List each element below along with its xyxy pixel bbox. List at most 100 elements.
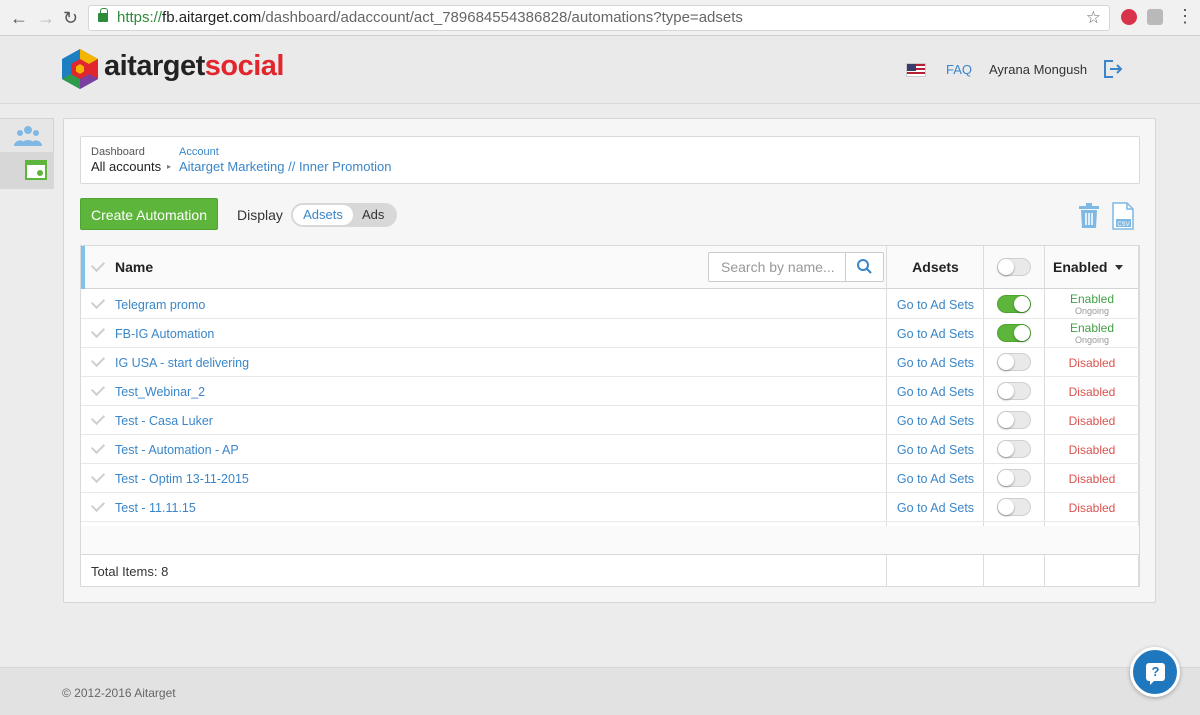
automation-toggle[interactable] xyxy=(997,295,1031,313)
go-to-ad-sets-link[interactable]: Go to Ad Sets xyxy=(887,298,984,312)
toggle-knob xyxy=(998,441,1014,457)
automation-toggle[interactable] xyxy=(997,498,1031,516)
search-box xyxy=(708,252,884,282)
copyright-text: © 2012-2016 Aitarget xyxy=(62,686,176,700)
row-check-icon[interactable] xyxy=(90,497,106,513)
row-check-icon[interactable] xyxy=(90,352,106,368)
row-check-icon[interactable] xyxy=(90,410,106,426)
status-text: Disabled xyxy=(1068,414,1116,428)
automation-name-link[interactable]: Test - Automation - AP xyxy=(115,443,239,457)
display-option-adsets[interactable]: Adsets xyxy=(293,205,353,225)
column-header-enabled[interactable]: Enabled xyxy=(1053,259,1107,275)
display-option-ads[interactable]: Ads xyxy=(362,205,384,225)
reload-icon[interactable]: ↻ xyxy=(63,8,78,28)
table-header: Name Adsets Enabled xyxy=(81,246,1139,289)
lock-icon xyxy=(98,8,108,22)
select-all-check-icon[interactable] xyxy=(90,257,106,273)
main-panel: Dashboard All accounts ▸ Account Aitarge… xyxy=(63,118,1156,603)
users-icon[interactable] xyxy=(14,125,42,147)
help-icon: ? xyxy=(1146,663,1165,685)
automation-name-link[interactable]: Test - 11.11.15 xyxy=(115,501,196,515)
url-path: /dashboard/adaccount/act_789684554386828… xyxy=(261,9,743,26)
automation-name-link[interactable]: IG USA - start delivering xyxy=(115,356,249,370)
menu-icon[interactable]: ⋮ xyxy=(1176,6,1194,27)
go-to-ad-sets-link[interactable]: Go to Ad Sets xyxy=(887,443,984,457)
row-check-icon[interactable] xyxy=(90,381,106,397)
toggle-knob xyxy=(998,499,1014,515)
row-check-icon[interactable] xyxy=(90,294,106,310)
search-button[interactable] xyxy=(845,253,883,281)
display-label: Display xyxy=(237,207,283,223)
toggle-knob xyxy=(998,354,1014,370)
automation-toggle[interactable] xyxy=(997,324,1031,342)
url-host: fb.aitarget.com xyxy=(162,9,262,26)
status-text: Disabled xyxy=(1068,472,1116,486)
url-scheme: https:// xyxy=(117,9,163,26)
automation-name-link[interactable]: Test - Casa Luker xyxy=(115,414,213,428)
status-text: Disabled xyxy=(1068,356,1116,370)
column-header-adsets: Adsets xyxy=(912,259,959,275)
go-to-ad-sets-link[interactable]: Go to Ad Sets xyxy=(887,414,984,428)
row-check-icon[interactable] xyxy=(90,468,106,484)
go-to-ad-sets-link[interactable]: Go to Ad Sets xyxy=(887,356,984,370)
toggle-knob xyxy=(1014,325,1030,341)
go-to-ad-sets-link[interactable]: Go to Ad Sets xyxy=(887,472,984,486)
flag-us-icon[interactable] xyxy=(906,63,926,77)
extension-icon[interactable] xyxy=(1147,9,1163,25)
go-to-ad-sets-link[interactable]: Go to Ad Sets xyxy=(887,327,984,341)
address-bar[interactable]: https://fb.aitarget.com/dashboard/adacco… xyxy=(88,5,1110,31)
trash-icon[interactable] xyxy=(1077,203,1101,229)
status-label: Enabled Ongoing xyxy=(1043,322,1141,346)
help-button[interactable]: ? xyxy=(1130,647,1180,697)
status-label: Disabled xyxy=(1043,386,1141,399)
status-label: Disabled xyxy=(1043,357,1141,370)
row-check-icon[interactable] xyxy=(90,323,106,339)
status-label: Disabled xyxy=(1043,415,1141,428)
forward-icon[interactable]: → xyxy=(37,8,55,28)
total-items: Total Items: 8 xyxy=(91,564,169,579)
status-text: Disabled xyxy=(1068,385,1116,399)
toggle-knob xyxy=(998,412,1014,428)
row-check-icon[interactable] xyxy=(90,439,106,455)
logo-icon[interactable] xyxy=(60,48,100,90)
status-label: Disabled xyxy=(1043,473,1141,486)
automation-name-link[interactable]: FB-IG Automation xyxy=(115,327,214,341)
table-footer-row xyxy=(81,526,1139,555)
automation-name-link[interactable]: Telegram promo xyxy=(115,298,205,312)
create-automation-button[interactable]: Create Automation xyxy=(80,198,218,230)
header-accent xyxy=(81,246,85,289)
go-to-ad-sets-link[interactable]: Go to Ad Sets xyxy=(887,501,984,515)
automation-toggle[interactable] xyxy=(997,469,1031,487)
automation-toggle[interactable] xyxy=(997,382,1031,400)
faq-link[interactable]: FAQ xyxy=(946,62,972,77)
table-row: Test - Automation - AP Go to Ad Sets Disab… xyxy=(81,435,1139,464)
search-input[interactable] xyxy=(710,254,844,280)
automation-name-link[interactable]: Test_Webinar_2 xyxy=(115,385,205,399)
automation-name-link[interactable]: Test - Optim 13-11-2015 xyxy=(115,472,249,486)
breadcrumb-all-accounts[interactable]: All accounts xyxy=(91,159,161,174)
table-row: FB-IG Automation Go to Ad Sets Enabled Ongo… xyxy=(81,319,1139,348)
sort-caret-icon[interactable] xyxy=(1115,265,1123,270)
status-text: Disabled xyxy=(1068,501,1116,515)
breadcrumb-level2-label: Account xyxy=(179,146,219,158)
star-icon[interactable]: ☆ xyxy=(1086,6,1101,30)
user-name[interactable]: Ayrana Mongush xyxy=(989,62,1087,77)
automation-toggle[interactable] xyxy=(997,411,1031,429)
browser-toolbar: ← → ↻ https://fb.aitarget.com/dashboard/… xyxy=(0,0,1200,36)
toggle-knob xyxy=(1014,296,1030,312)
automation-toggle[interactable] xyxy=(997,353,1031,371)
go-to-ad-sets-link[interactable]: Go to Ad Sets xyxy=(887,385,984,399)
extension-icon[interactable] xyxy=(1121,9,1137,25)
csv-icon[interactable]: CSV xyxy=(1112,202,1134,230)
toggle-knob xyxy=(998,470,1014,486)
toggle-all[interactable] xyxy=(997,258,1031,276)
automations-table: Name Adsets Enabled Telegram promo Go to … xyxy=(80,245,1140,587)
logout-icon[interactable] xyxy=(1103,60,1123,78)
column-header-name[interactable]: Name xyxy=(115,259,153,275)
breadcrumb-account[interactable]: Aitarget Marketing // Inner Promotion xyxy=(179,159,391,174)
table-row: Test_Webinar_2 Go to Ad Sets Disabled xyxy=(81,377,1139,406)
automation-toggle[interactable] xyxy=(997,440,1031,458)
status-sub: Ongoing xyxy=(1074,335,1110,345)
automation-window-icon[interactable] xyxy=(25,160,47,180)
back-icon[interactable]: ← xyxy=(10,8,28,28)
